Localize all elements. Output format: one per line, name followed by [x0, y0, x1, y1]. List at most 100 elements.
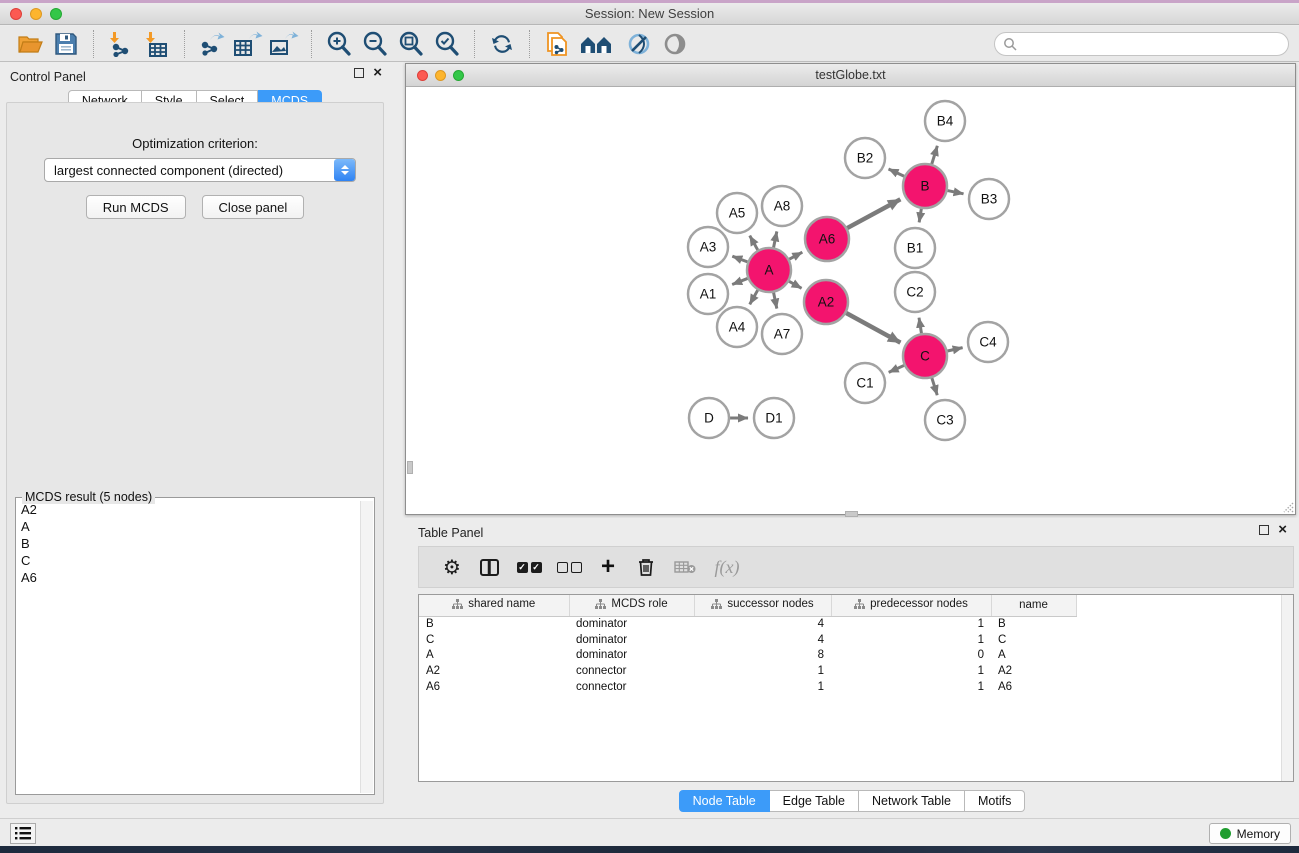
cell[interactable]: A6	[419, 679, 569, 695]
cell[interactable]: 1	[831, 632, 991, 648]
node-A3[interactable]: A3	[688, 227, 728, 267]
column-header-successor-nodes[interactable]: successor nodes	[694, 595, 831, 616]
select-all-rows-icon[interactable]: ✓✓	[509, 552, 549, 582]
node-C3[interactable]: C3	[925, 400, 965, 440]
edge-B-B1[interactable]	[919, 209, 921, 223]
table-row[interactable]: Adominator80A	[419, 647, 1076, 663]
node-A7[interactable]: A7	[762, 314, 802, 354]
cell[interactable]: dominator	[569, 647, 694, 663]
export-image-icon[interactable]	[269, 30, 299, 58]
cell[interactable]: 0	[831, 647, 991, 663]
node-A5[interactable]: A5	[717, 193, 757, 233]
network-vertical-scrollbar-thumb[interactable]	[407, 461, 413, 474]
node-D[interactable]: D	[689, 398, 729, 438]
node-C[interactable]: C	[903, 334, 947, 378]
edge-A-A6[interactable]	[789, 252, 802, 259]
node-D1[interactable]: D1	[754, 398, 794, 438]
table-settings-icon[interactable]: ⚙	[435, 552, 469, 582]
cell[interactable]: 1	[694, 663, 831, 679]
node-A8[interactable]: A8	[762, 186, 802, 226]
cell[interactable]: A	[419, 647, 569, 663]
cell[interactable]: C	[991, 632, 1076, 648]
table-scrollbar[interactable]	[1281, 595, 1293, 781]
edge-A2-C[interactable]	[846, 313, 900, 343]
cell[interactable]: dominator	[569, 616, 694, 632]
cell[interactable]: A	[991, 647, 1076, 663]
cell[interactable]: dominator	[569, 632, 694, 648]
node-A[interactable]: A	[747, 248, 791, 292]
network-canvas[interactable]: B4B2BB3A5A8A6B1A3AC2A1A2A4A7C4CC1DD1C3	[407, 88, 1294, 513]
float-panel-icon[interactable]	[354, 68, 364, 78]
node-C2[interactable]: C2	[895, 272, 935, 312]
mcds-result-item[interactable]: B	[17, 535, 359, 552]
zoom-selected-icon[interactable]	[432, 30, 462, 58]
run-mcds-button[interactable]: Run MCDS	[86, 195, 186, 219]
node-C1[interactable]: C1	[845, 363, 885, 403]
edge-C-C4[interactable]	[947, 348, 962, 351]
table-row[interactable]: A2connector11A2	[419, 663, 1076, 679]
show-graphics-details-icon[interactable]	[660, 30, 690, 58]
cell[interactable]: C	[419, 632, 569, 648]
node-A6[interactable]: A6	[805, 217, 849, 261]
cell[interactable]: 1	[831, 616, 991, 632]
cell[interactable]: 4	[694, 632, 831, 648]
cell[interactable]: 1	[831, 663, 991, 679]
cell[interactable]: 8	[694, 647, 831, 663]
refresh-layout-icon[interactable]	[487, 30, 517, 58]
close-table-panel-icon[interactable]: ×	[1278, 525, 1287, 535]
function-builder-icon[interactable]: f(x)	[705, 552, 749, 582]
cell[interactable]: B	[991, 616, 1076, 632]
column-header-mcds-role[interactable]: MCDS role	[569, 595, 694, 616]
edge-A-A8[interactable]	[774, 231, 777, 247]
table-tab-edge-table[interactable]: Edge Table	[770, 790, 859, 812]
export-table-icon[interactable]	[233, 30, 263, 58]
first-neighbors-icon[interactable]	[578, 30, 618, 58]
edge-A-A3[interactable]	[732, 256, 747, 262]
network-horizontal-scrollbar-thumb[interactable]	[845, 511, 858, 517]
search-input[interactable]	[1017, 34, 1288, 54]
deselect-all-rows-icon[interactable]	[549, 552, 589, 582]
delete-column-icon[interactable]	[627, 552, 665, 582]
cell[interactable]: 4	[694, 616, 831, 632]
column-header-predecessor-nodes[interactable]: predecessor nodes	[831, 595, 991, 616]
cell[interactable]: connector	[569, 679, 694, 695]
table-row[interactable]: Cdominator41C	[419, 632, 1076, 648]
close-panel-button[interactable]: Close panel	[202, 195, 305, 219]
cell[interactable]: A6	[991, 679, 1076, 695]
cell[interactable]: A2	[991, 663, 1076, 679]
edge-A-A2[interactable]	[789, 281, 802, 288]
export-network-icon[interactable]	[197, 30, 227, 58]
criterion-dropdown[interactable]: largest connected component (directed)	[44, 158, 356, 182]
hide-selected-icon[interactable]	[624, 30, 654, 58]
zoom-fit-icon[interactable]	[396, 30, 426, 58]
edge-B-B2[interactable]	[889, 169, 905, 176]
table-row[interactable]: A6connector11A6	[419, 679, 1076, 695]
edge-C-C1[interactable]	[889, 365, 904, 372]
mcds-result-item[interactable]: A6	[17, 569, 359, 586]
edge-A6-B[interactable]	[847, 199, 900, 228]
mcds-result-item[interactable]: C	[17, 552, 359, 569]
table-tab-motifs[interactable]: Motifs	[965, 790, 1025, 812]
cell[interactable]: 1	[831, 679, 991, 695]
node-A1[interactable]: A1	[688, 274, 728, 314]
edge-C-C3[interactable]	[932, 378, 937, 395]
memory-button[interactable]: Memory	[1209, 823, 1291, 844]
add-column-icon[interactable]: +	[589, 552, 627, 582]
node-C4[interactable]: C4	[968, 322, 1008, 362]
edge-A-A7[interactable]	[774, 293, 777, 309]
zoom-in-icon[interactable]	[324, 30, 354, 58]
node-B[interactable]: B	[903, 164, 947, 208]
import-network-icon[interactable]	[106, 30, 136, 58]
zoom-out-icon[interactable]	[360, 30, 390, 58]
node-B3[interactable]: B3	[969, 179, 1009, 219]
column-header-name[interactable]: name	[991, 595, 1076, 616]
mcds-result-item[interactable]: A2	[17, 501, 359, 518]
edge-A-A1[interactable]	[732, 278, 747, 284]
edge-A-A4[interactable]	[750, 290, 758, 304]
node-B2[interactable]: B2	[845, 138, 885, 178]
edge-A-A5[interactable]	[750, 236, 758, 250]
table-tab-node-table[interactable]: Node Table	[679, 790, 770, 812]
column-header-shared-name[interactable]: shared name	[419, 595, 569, 616]
cell[interactable]: connector	[569, 663, 694, 679]
close-panel-icon[interactable]: ×	[373, 68, 382, 78]
